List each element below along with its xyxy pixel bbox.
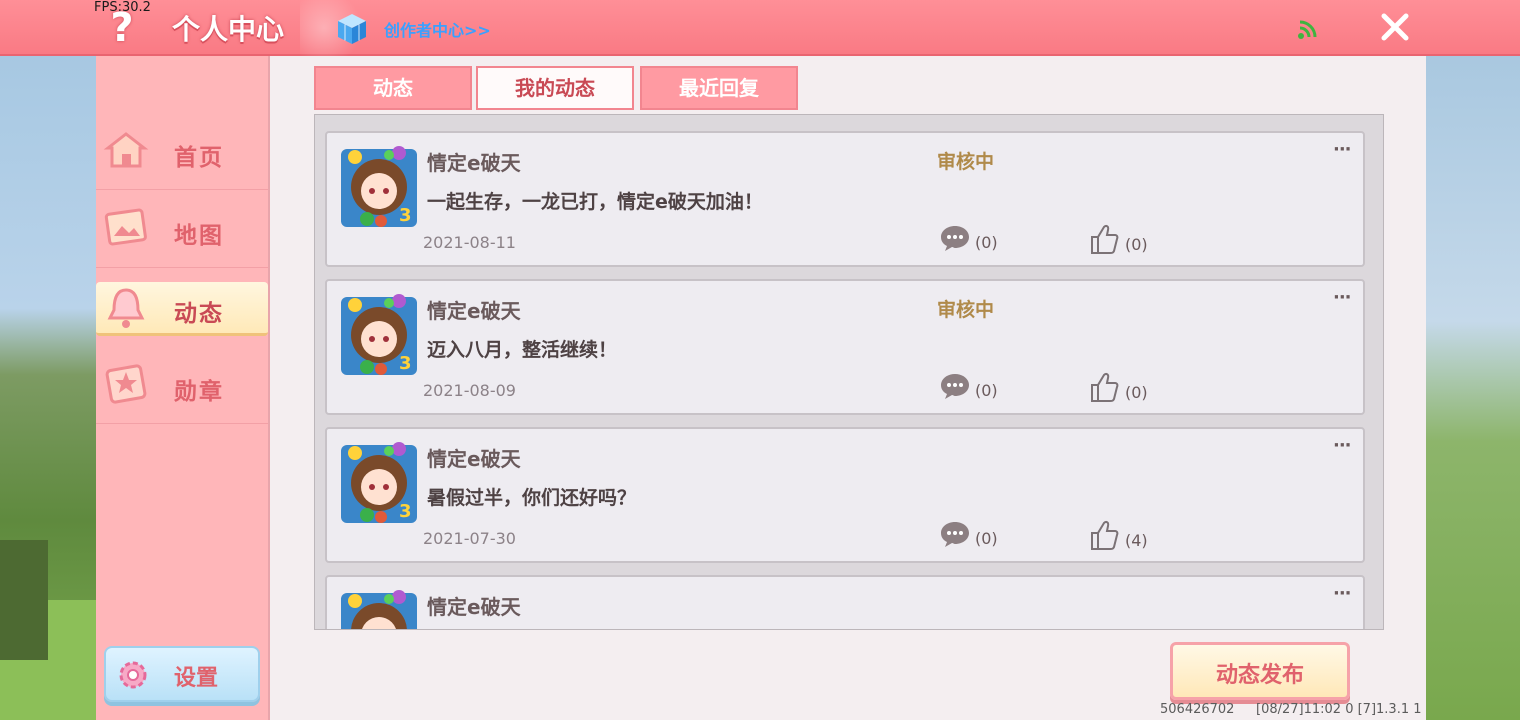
sidebar-item-label: 勋章 [174,379,224,405]
avatar[interactable]: 3 [339,291,419,377]
like-count: (4) [1125,531,1148,550]
tab-my-feed[interactable]: 我的动态 [476,66,634,110]
background-scene-right [1424,56,1520,720]
main-panel: 动态 我的动态 最近回复 3 情定e破天 审核中 ··· 一起生存，一龙已打，情… [268,56,1426,720]
tab-feed[interactable]: 动态 [314,66,472,110]
sidebar-item-label: 动态 [174,301,224,327]
more-icon[interactable]: ··· [1333,583,1351,604]
avatar[interactable]: 3 [339,439,419,525]
sidebar-item-home[interactable]: 首页 [96,112,268,190]
user-id: 506426702 [1160,702,1235,717]
svg-text:3: 3 [399,501,412,522]
post-content: 一起生存，一龙已打，情定e破天加油！ [427,191,763,213]
publish-label: 动态发布 [1215,663,1304,688]
comment-icon[interactable] [939,223,971,253]
sidebar-item-map[interactable]: 地图 [96,190,268,268]
like-count: (0) [1125,235,1148,254]
build-info: [08/27]11:02 0 [7]1.3.1 1 [1256,702,1422,717]
feed-card[interactable]: 3 情定e破天 审核中 ··· 一起生存，一龙已打，情定e破天加油！ 2021-… [325,131,1365,267]
post-date: 2021-08-09 [423,381,516,400]
publish-post-button[interactable]: 动态发布 [1170,642,1350,700]
post-date: 2021-08-11 [423,233,516,252]
sidebar-item-label: 首页 [174,145,224,171]
review-status: 审核中 [937,299,995,321]
sidebar-item-feed[interactable]: 动态 [96,282,268,336]
review-status: 审核中 [937,151,995,173]
home-icon [103,132,149,168]
sidebar-item-medal[interactable]: 勋章 [96,346,268,424]
cube-icon[interactable] [336,12,368,46]
more-icon[interactable]: ··· [1333,139,1351,160]
like-count: (0) [1125,383,1148,402]
signal-icon [1298,20,1317,39]
feed-list: 3 情定e破天 审核中 ··· 一起生存，一龙已打，情定e破天加油！ 2021-… [314,114,1384,630]
username[interactable]: 情定e破天 [427,443,521,472]
close-icon[interactable] [1380,12,1410,42]
bell-icon [107,288,145,328]
post-content: 暑假过半，你们还好吗？ [427,487,637,509]
like-icon[interactable] [1089,223,1119,255]
username[interactable]: 情定e破天 [427,147,521,176]
sidebar-item-label: 地图 [174,223,224,249]
svg-text:3: 3 [399,353,412,374]
post-date: 2021-07-30 [423,529,516,548]
avatar[interactable] [339,587,419,630]
page-title: 个人中心 [172,13,285,46]
settings-button[interactable]: 设置 [104,646,260,702]
feed-card[interactable]: 3 情定e破天 ··· 暑假过半，你们还好吗？ 2021-07-30 (0) (… [325,427,1365,563]
medal-icon [105,364,147,404]
tab-recent-replies[interactable]: 最近回复 [640,66,798,110]
sidebar: 首页 地图 动态 勋章 设置 [96,56,268,720]
header-bar: ? FPS:30.2 个人中心 创作者中心>> [0,0,1520,56]
like-icon[interactable] [1089,371,1119,403]
comment-icon[interactable] [939,371,971,401]
fps-counter: FPS:30.2 [94,0,151,15]
more-icon[interactable]: ··· [1333,287,1351,308]
background-block [0,540,48,660]
username[interactable]: 情定e破天 [427,591,521,620]
post-content: 迈入八月，整活继续！ [427,339,618,361]
username[interactable]: 情定e破天 [427,295,521,324]
comment-count: (0) [975,233,998,252]
comment-icon[interactable] [939,519,971,549]
more-icon[interactable]: ··· [1333,435,1351,456]
comment-count: (0) [975,529,998,548]
comment-count: (0) [975,381,998,400]
feed-card[interactable]: 3 情定e破天 审核中 ··· 迈入八月，整活继续！ 2021-08-09 (0… [325,279,1365,415]
like-icon[interactable] [1089,519,1119,551]
feed-card[interactable]: 情定e破天 ··· [325,575,1365,630]
avatar[interactable]: 3 [339,143,419,229]
map-icon [104,208,147,246]
gear-icon [119,661,147,689]
settings-label: 设置 [174,666,219,691]
creator-center-link[interactable]: 创作者中心>> [384,17,491,41]
svg-text:3: 3 [399,205,412,226]
